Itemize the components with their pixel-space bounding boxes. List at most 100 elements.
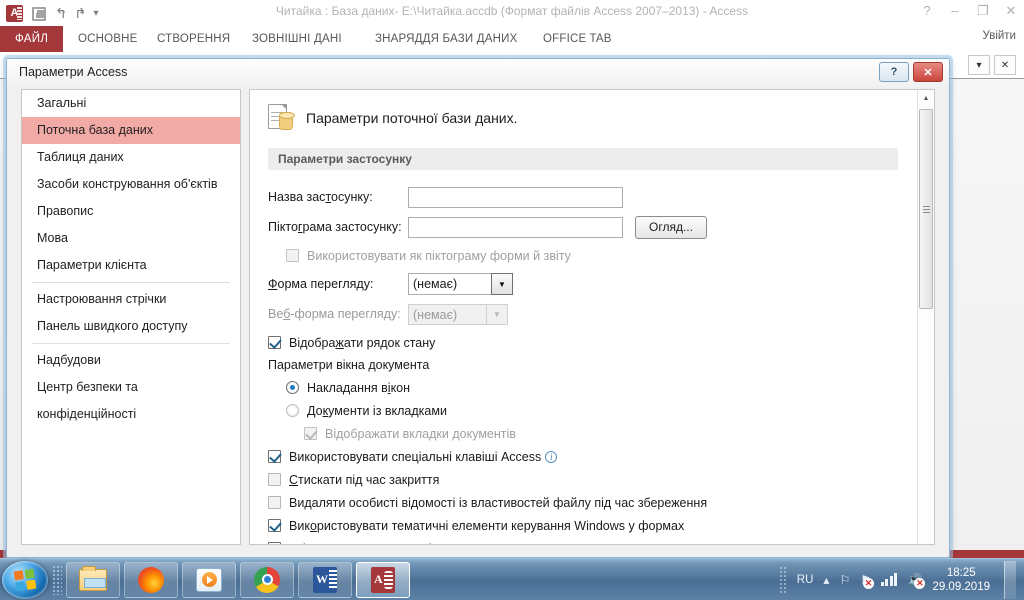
tabbed-documents-radio[interactable] <box>286 404 299 417</box>
checkbox-row-display-document-tabs[interactable]: Відображати вкладки документів <box>304 422 916 445</box>
show-desktop-button[interactable] <box>1004 560 1016 599</box>
tab-database-tools[interactable]: ЗНАРЯДДЯ БАЗИ ДАНИХ <box>375 26 517 52</box>
field-row-application-title: Назва застосунку: <box>268 184 916 210</box>
taskbar-media-player[interactable] <box>182 561 236 598</box>
tab-external-data[interactable]: ЗОВНІШНІ ДАНІ <box>252 26 342 52</box>
checkbox-row-compact-on-close[interactable]: Стискати під час закриття <box>268 468 916 491</box>
use-as-form-icon-checkbox[interactable] <box>286 249 299 262</box>
scrollbar-thumb[interactable] <box>919 109 933 309</box>
language-indicator[interactable]: RU <box>797 574 814 586</box>
document-pane-toolbar: ▾ ✕ <box>938 52 1024 78</box>
sidebar-item-language[interactable]: Мова <box>22 225 240 252</box>
options-category-list: Загальні Поточна база даних Таблиця дани… <box>21 89 241 545</box>
minimize-button[interactable]: – <box>948 2 962 20</box>
sidebar-item-object-designers[interactable]: Засоби конструювання об'єктів <box>22 171 240 198</box>
dialog-body: Загальні Поточна база даних Таблиця дани… <box>7 87 949 557</box>
checkbox-row-remove-personal-info[interactable]: Видаляти особисті відомості із властивос… <box>268 491 916 514</box>
section-header-application-options: Параметри застосунку <box>268 148 898 170</box>
sidebar-item-proofing[interactable]: Правопис <box>22 198 240 225</box>
sidebar-separator <box>32 282 230 283</box>
application-icon-input[interactable] <box>408 216 623 238</box>
display-form-value: (немає) <box>408 273 491 295</box>
taskbar-chrome[interactable] <box>240 561 294 598</box>
display-document-tabs-checkbox[interactable] <box>304 427 317 440</box>
firefox-icon <box>138 566 164 593</box>
sidebar-item-datasheet[interactable]: Таблиця даних <box>22 144 240 171</box>
dialog-title-bar: Параметри Access ? ✕ <box>7 59 949 87</box>
tab-home[interactable]: ОСНОВНЕ <box>78 26 138 52</box>
sign-in-link[interactable]: Увійти <box>983 30 1016 42</box>
taskbar-firefox[interactable] <box>124 561 178 598</box>
use-as-form-icon-label: Використовувати як піктограму форми й зв… <box>307 248 571 263</box>
show-hidden-icons-chevron-icon[interactable]: ▴ <box>823 573 829 587</box>
display-status-bar-checkbox[interactable] <box>268 336 281 349</box>
checkbox-row-enable-layout-view[interactable]: Увімкнути подання розмічування <box>268 537 916 544</box>
volume-muted-icon[interactable]: 🔊✕ <box>907 573 926 589</box>
document-pane-close-icon[interactable]: ✕ <box>994 55 1016 75</box>
display-document-tabs-label: Відображати вкладки документів <box>325 426 516 441</box>
remove-personal-info-checkbox[interactable] <box>268 496 281 509</box>
sidebar-item-quick-access[interactable]: Панель швидкого доступу <box>22 313 240 340</box>
sidebar-item-trust-center[interactable]: Центр безпеки та конфіденційності <box>22 374 240 421</box>
scrollbar-grip-icon <box>922 204 930 215</box>
sidebar-item-general[interactable]: Загальні <box>22 90 240 117</box>
chevron-down-icon: ▼ <box>486 303 508 325</box>
content-vertical-scrollbar[interactable]: ▲ <box>917 90 934 544</box>
window-title: Читайка : База даних- E:\Читайка.accdb (… <box>275 4 749 18</box>
taskbar-access[interactable]: A <box>356 561 410 598</box>
field-row-application-icon: Піктограма застосунку: Огляд... <box>268 214 916 240</box>
checkbox-row-use-access-special-keys[interactable]: Використовувати спеціальні клавіші Acces… <box>268 445 916 468</box>
tray-grip <box>778 565 787 594</box>
radio-row-overlapping-windows[interactable]: Накладання вікон <box>286 376 916 399</box>
restore-button[interactable]: ❐ <box>976 2 990 20</box>
dialog-close-button[interactable]: ✕ <box>913 62 943 82</box>
taskbar-word[interactable]: W <box>298 561 352 598</box>
start-button[interactable] <box>2 560 48 599</box>
tab-office-tab[interactable]: OFFICE TAB <box>543 26 612 52</box>
tabbed-documents-label: Документи із вкладками <box>307 403 447 418</box>
page-title: Параметри поточної бази даних. <box>306 110 518 126</box>
dialog-title: Параметри Access <box>19 65 128 79</box>
dialog-help-button[interactable]: ? <box>879 62 909 82</box>
browse-button[interactable]: Огляд... <box>635 215 707 239</box>
volume-mute-badge: ✕ <box>914 577 926 589</box>
scroll-up-arrow-icon[interactable]: ▲ <box>918 90 934 107</box>
application-title-input[interactable] <box>408 186 623 208</box>
display-form-combobox[interactable]: (немає) ▼ <box>408 273 513 295</box>
web-display-form-value: (немає) <box>408 303 486 325</box>
ribbon-tab-bar: ФАЙЛ ОСНОВНЕ СТВОРЕННЯ ЗОВНІШНІ ДАНІ ЗНА… <box>0 26 1024 52</box>
flag-icon[interactable]: ⚐ <box>839 573 850 587</box>
close-button[interactable]: ✕ <box>1004 2 1018 20</box>
remove-personal-info-label: Видаляти особисті відомості із властивос… <box>289 495 708 510</box>
tab-file[interactable]: ФАЙЛ <box>0 26 64 52</box>
media-player-icon <box>196 567 222 592</box>
taskbar-explorer[interactable] <box>66 561 120 598</box>
checkbox-row-use-windows-themed-controls[interactable]: Використовувати тематичні елементи керув… <box>268 514 916 537</box>
compact-on-close-checkbox[interactable] <box>268 473 281 486</box>
use-windows-themed-controls-checkbox[interactable] <box>268 519 281 532</box>
screen: A ↰ ▾ ↱ ▾ ▾ Читайка : База даних- E:\Чит… <box>0 0 1024 600</box>
document-pane-dropdown-icon[interactable]: ▾ <box>968 55 990 75</box>
windows-logo-icon <box>13 568 37 591</box>
label-application-title: Назва застосунку: <box>268 190 373 204</box>
action-center-icon[interactable]: ⚑✕ <box>860 573 874 589</box>
label-display-form: Форма перегляду: <box>268 277 374 291</box>
checkbox-row-display-status-bar[interactable]: Відображати рядок стану <box>268 331 916 354</box>
tab-create[interactable]: СТВОРЕННЯ <box>157 26 230 52</box>
checkbox-row-use-as-form-icon[interactable]: Використовувати як піктограму форми й зв… <box>286 244 916 267</box>
application-title-bar: A ↰ ▾ ↱ ▾ ▾ Читайка : База даних- E:\Чит… <box>0 0 1024 26</box>
help-button[interactable]: ? <box>920 2 934 20</box>
clock[interactable]: 18:25 29.09.2019 <box>932 566 990 594</box>
overlapping-windows-radio[interactable] <box>286 381 299 394</box>
radio-row-tabbed-documents[interactable]: Документи із вкладками <box>286 399 916 422</box>
enable-layout-view-checkbox[interactable] <box>268 542 281 544</box>
sidebar-item-current-database[interactable]: Поточна база даних <box>22 117 240 144</box>
sidebar-item-client-settings[interactable]: Параметри клієнта <box>22 252 240 279</box>
page-heading-row: Параметри поточної бази даних. <box>268 102 916 134</box>
use-access-special-keys-checkbox[interactable] <box>268 450 281 463</box>
sidebar-item-add-ins[interactable]: Надбудови <box>22 347 240 374</box>
network-signal-icon[interactable] <box>880 573 898 586</box>
info-icon[interactable]: i <box>545 450 558 463</box>
sidebar-item-customize-ribbon[interactable]: Настроювання стрічки <box>22 286 240 313</box>
chevron-down-icon[interactable]: ▼ <box>491 273 513 295</box>
